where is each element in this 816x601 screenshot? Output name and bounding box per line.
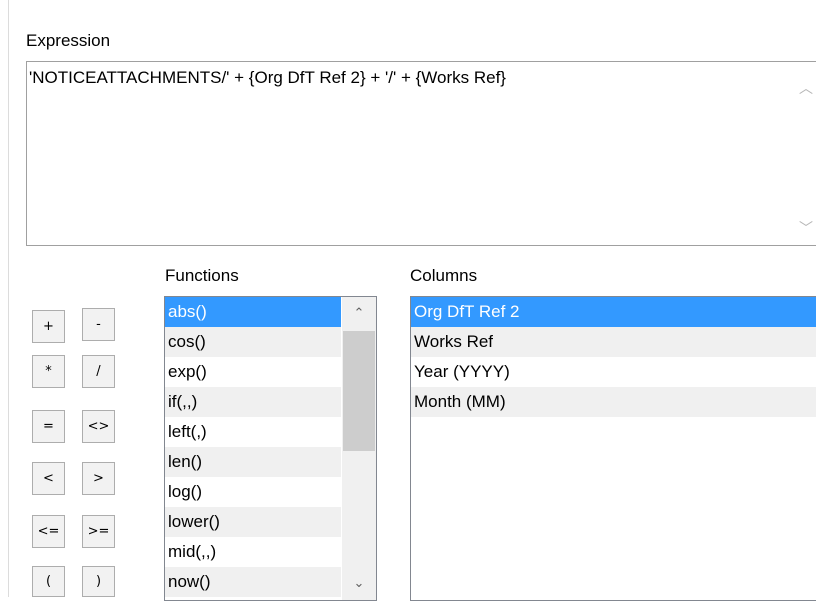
function-item-mid[interactable]: mid(,,) xyxy=(165,537,341,567)
functions-scrollbar[interactable]: ⌃ ⌄ xyxy=(342,297,376,600)
operator-button-minus[interactable]: - xyxy=(82,308,115,341)
function-item-if[interactable]: if(,,) xyxy=(165,387,341,417)
operator-button-less-equal[interactable]: <= xyxy=(32,515,65,548)
chevron-down-icon[interactable]: ﹀ xyxy=(799,218,813,238)
operator-button-less-than[interactable]: < xyxy=(32,462,65,495)
columns-label: Columns xyxy=(410,266,478,285)
operator-button-greater-equal[interactable]: >= xyxy=(82,515,115,548)
column-item-works-ref[interactable]: Works Ref xyxy=(411,327,816,357)
function-item-log[interactable]: log() xyxy=(165,477,341,507)
operator-button-not-equals[interactable]: <> xyxy=(82,410,115,443)
expression-label: Expression xyxy=(26,31,111,50)
function-item-cos[interactable]: cos() xyxy=(165,327,341,357)
operator-button-greater-than[interactable]: > xyxy=(82,462,115,495)
chevron-down-icon[interactable]: ⌄ xyxy=(342,575,376,591)
function-item-len[interactable]: len() xyxy=(165,447,341,477)
function-item-now[interactable]: now() xyxy=(165,567,341,597)
function-item-abs[interactable]: abs() xyxy=(165,297,341,327)
chevron-up-icon[interactable]: ︿ xyxy=(799,78,813,98)
operator-button-multiply[interactable]: * xyxy=(32,355,65,388)
panel-left-border xyxy=(8,0,9,597)
operator-button-equals[interactable]: = xyxy=(32,410,65,443)
functions-label: Functions xyxy=(165,266,239,285)
function-item-left[interactable]: left(,) xyxy=(165,417,341,447)
expression-text[interactable]: 'NOTICEATTACHMENTS/' + {Org DfT Ref 2} +… xyxy=(29,68,506,88)
operator-button-open-paren[interactable]: ( xyxy=(32,566,65,597)
expression-textarea[interactable]: 'NOTICEATTACHMENTS/' + {Org DfT Ref 2} +… xyxy=(26,61,816,246)
column-item-org-dft-ref-2[interactable]: Org DfT Ref 2 xyxy=(411,297,816,327)
chevron-up-icon[interactable]: ⌃ xyxy=(342,305,376,321)
column-item-year[interactable]: Year (YYYY) xyxy=(411,357,816,387)
function-item-exp[interactable]: exp() xyxy=(165,357,341,387)
expression-scrollbar[interactable]: ︿ ﹀ xyxy=(795,62,816,245)
function-item-lower[interactable]: lower() xyxy=(165,507,341,537)
scrollbar-thumb[interactable] xyxy=(343,331,375,451)
operator-button-close-paren[interactable]: ) xyxy=(82,566,115,597)
operator-button-divide[interactable]: / xyxy=(82,355,115,388)
column-item-month[interactable]: Month (MM) xyxy=(411,387,816,417)
operator-button-plus[interactable]: + xyxy=(32,310,65,343)
functions-listbox[interactable]: abs() cos() exp() if(,,) left(,) len() l… xyxy=(164,296,377,601)
columns-listbox[interactable]: Org DfT Ref 2 Works Ref Year (YYYY) Mont… xyxy=(410,296,816,601)
